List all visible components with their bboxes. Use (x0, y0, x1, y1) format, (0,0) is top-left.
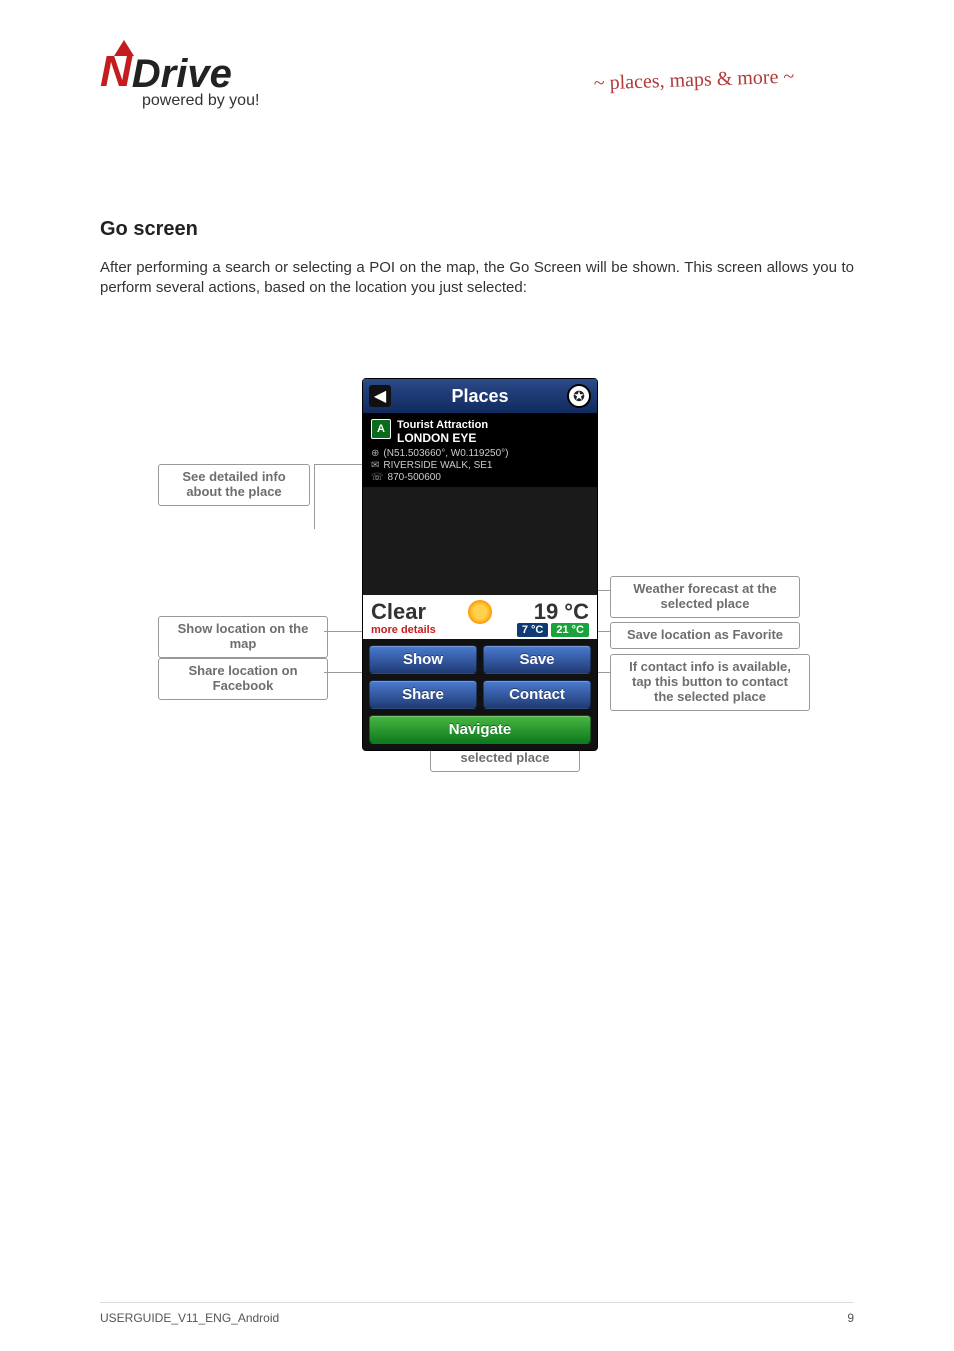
share-button[interactable]: Share (369, 680, 477, 709)
section-title: Go screen (100, 218, 198, 241)
weather-panel[interactable]: Clear 19 °C more details 7 °C 21 °C (363, 595, 597, 639)
phone-icon: ☏ (371, 472, 384, 483)
page-header: N Drive powered by you! ~ places, maps &… (100, 50, 854, 110)
map-preview (363, 487, 597, 595)
titlebar: ◀ Places ✪ (363, 379, 597, 413)
temp-high-chip: 21 °C (551, 623, 589, 637)
logo-letter-n: N (100, 50, 132, 94)
screen-title: Places (451, 386, 508, 407)
callout-show: Show location on themap (158, 616, 328, 658)
mail-icon: ✉ (371, 460, 379, 471)
contact-button[interactable]: Contact (483, 680, 591, 709)
phone-screenshot: ◀ Places ✪ A Tourist Attraction LONDON E… (362, 378, 598, 751)
globe-button[interactable]: ✪ (567, 384, 591, 408)
ndrive-logo: N Drive powered by you! (100, 50, 259, 110)
action-buttons: Show Save Share Contact Navigate (363, 639, 597, 750)
back-button[interactable]: ◀ (369, 385, 391, 407)
poi-name: LONDON EYE (397, 431, 488, 445)
weather-temp: 19 °C (534, 599, 589, 625)
go-screen-figure: See detailed infoabout the place Show lo… (100, 378, 854, 798)
target-icon: ⊕ (371, 448, 379, 459)
section-body: After performing a search or selecting a… (100, 258, 854, 299)
poi-coords: (N51.503660°, W0.119250°) (383, 448, 508, 459)
more-details-link[interactable]: more details (371, 624, 436, 636)
back-arrow-icon: ◀ (374, 386, 386, 406)
show-button[interactable]: Show (369, 645, 477, 674)
poi-address: RIVERSIDE WALK, SE1 (383, 460, 492, 471)
page-footer: USERGUIDE_V11_ENG_Android 9 (100, 1302, 854, 1325)
logo-tagline: powered by you! (142, 92, 259, 110)
callout-contact: If contact info is available,tap this bu… (610, 654, 810, 711)
callout-save: Save location as Favorite (610, 622, 800, 649)
sun-icon (468, 600, 492, 624)
callout-share: Share location onFacebook (158, 658, 328, 700)
temp-low-chip: 7 °C (517, 623, 549, 637)
logo-word-drive: Drive (132, 54, 232, 94)
callout-detail: See detailed infoabout the place (158, 464, 310, 506)
poi-category-label: Tourist Attraction (397, 419, 488, 431)
save-button[interactable]: Save (483, 645, 591, 674)
poi-phone: 870-500600 (388, 472, 441, 483)
weather-condition: Clear (371, 599, 426, 625)
poi-category-icon: A (371, 419, 391, 439)
header-doodle: ~ places, maps & more ~ (533, 44, 855, 115)
page-number: 9 (847, 1311, 854, 1325)
globe-icon: ✪ (573, 388, 585, 405)
callout-weather: Weather forecast at theselected place (610, 576, 800, 618)
navigate-button[interactable]: Navigate (369, 715, 591, 744)
doc-id: USERGUIDE_V11_ENG_Android (100, 1311, 279, 1325)
poi-info-block[interactable]: A Tourist Attraction LONDON EYE ⊕ (N51.50… (363, 413, 597, 487)
